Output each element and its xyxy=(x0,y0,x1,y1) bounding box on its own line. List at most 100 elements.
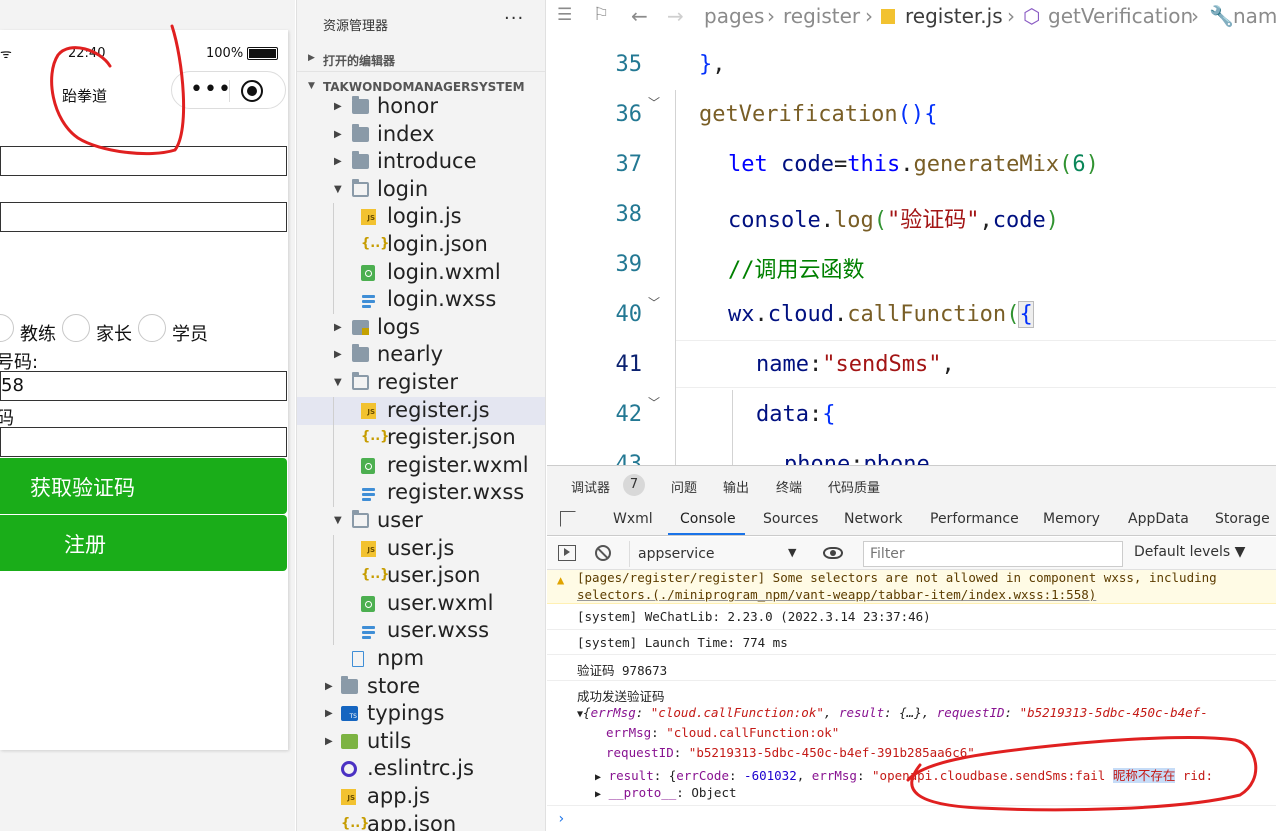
tree-item-register-wxss[interactable]: register.wxss xyxy=(297,479,545,507)
tab-sources[interactable]: Sources xyxy=(763,511,818,527)
tree-item-user-wxml[interactable]: user.wxml xyxy=(297,590,545,618)
tree-item-register[interactable]: ▼ register xyxy=(297,369,545,397)
result-property[interactable]: ▶ result: {errCode: -601032, errMsg: "op… xyxy=(595,765,1213,784)
list-icon[interactable]: ☰ xyxy=(557,5,572,25)
tab-console[interactable]: Console xyxy=(680,511,736,527)
wxml-file-icon xyxy=(361,264,375,281)
js-file-icon: JS xyxy=(361,540,376,557)
tree-item-label: logs xyxy=(377,314,420,339)
tab-problems[interactable]: 问题 xyxy=(671,477,697,496)
breadcrumb-method[interactable]: getVerification xyxy=(1048,4,1193,28)
tree-item-introduce[interactable]: ▶ introduce xyxy=(297,148,545,176)
proto-property[interactable]: ▶ __proto__: Object xyxy=(595,785,737,800)
code-editor[interactable]: ☰ ⚐ ← → pages › register › register.js ›… xyxy=(547,0,1276,465)
tree-item-index[interactable]: ▶ index xyxy=(297,121,545,149)
tree-item-label: user.json xyxy=(387,563,481,588)
username-input[interactable] xyxy=(0,146,287,176)
warning-line-2[interactable]: selectors.(./miniprogram_npm/vant-weapp/… xyxy=(577,587,1096,602)
fold-icon[interactable]: ﹀ xyxy=(648,394,660,411)
close-target-icon[interactable] xyxy=(241,80,263,102)
radio-student[interactable] xyxy=(138,314,166,342)
clear-console-icon[interactable] xyxy=(595,545,611,561)
console-row: 成功发送验证码 ▼{errMsg: "cloud.callFunction:ok… xyxy=(547,681,1276,806)
breadcrumb-prop[interactable]: nam xyxy=(1233,4,1276,28)
tree-item-label: login.json xyxy=(387,232,488,256)
tree-item-typings[interactable]: ▶ TS typings xyxy=(297,700,545,728)
tab-code-quality[interactable]: 代码质量 xyxy=(828,477,880,496)
breadcrumb-register[interactable]: register xyxy=(783,4,860,28)
tree-item-user-js[interactable]: JS user.js xyxy=(297,535,545,563)
tree-item-user[interactable]: ▼ user xyxy=(297,507,545,535)
radio-coach[interactable] xyxy=(0,314,14,342)
tab-output[interactable]: 输出 xyxy=(723,477,749,496)
line-number: 43 xyxy=(615,452,643,465)
tree-item-register-wxml[interactable]: register.wxml xyxy=(297,452,545,480)
tree-item-register-js[interactable]: JS register.js xyxy=(297,396,545,425)
sidebar-toggle-icon[interactable] xyxy=(558,545,576,561)
tree-item-honor[interactable]: ▶ honor xyxy=(297,93,545,121)
breadcrumb-pages[interactable]: pages xyxy=(704,4,764,28)
fold-icon[interactable]: ﹀ xyxy=(648,94,660,111)
phone-screen: ᯤ 22:40 100% 跆拳道 ••• 教练 家长 学员 号码: 58 码 获… xyxy=(0,30,288,750)
tab-terminal[interactable]: 终端 xyxy=(776,477,802,496)
inspect-icon[interactable] xyxy=(560,511,576,527)
tab-network[interactable]: Network xyxy=(844,511,902,527)
tree-item-login-json[interactable]: {..} login.json xyxy=(297,231,545,259)
err-msg-property: errMsg: "cloud.callFunction:ok" xyxy=(606,725,840,740)
bookmark-icon[interactable]: ⚐ xyxy=(593,4,609,25)
phone-input[interactable]: 58 xyxy=(0,371,287,401)
wxss-file-icon xyxy=(361,623,377,640)
more-icon[interactable]: ··· xyxy=(504,8,524,29)
expand-icon[interactable]: ▶ xyxy=(595,772,601,783)
expand-icon[interactable]: ▼ xyxy=(577,709,583,720)
tab-wxml[interactable]: Wxml xyxy=(613,511,653,527)
tree-item-nearly[interactable]: ▶ nearly xyxy=(297,341,545,369)
console-prompt-icon[interactable]: › xyxy=(557,811,565,827)
tree-item-user-json[interactable]: {..} user.json xyxy=(297,562,545,590)
warning-icon: ▲ xyxy=(557,573,565,587)
tab-memory[interactable]: Memory xyxy=(1043,511,1100,527)
line-number: 41 xyxy=(615,352,643,377)
radio-parent[interactable] xyxy=(62,314,90,342)
register-button[interactable]: 注册 xyxy=(0,515,287,571)
indent-guide xyxy=(732,390,733,465)
fold-icon[interactable]: ﹀ xyxy=(648,294,660,311)
tab-storage[interactable]: Storage xyxy=(1215,511,1270,527)
nav-title: 跆拳道 xyxy=(62,87,108,105)
tree-item-store[interactable]: ▶ store xyxy=(297,673,545,701)
tab-debugger[interactable]: 调试器 xyxy=(571,477,610,496)
open-editors-section[interactable]: ▶ 打开的编辑器 xyxy=(297,46,545,72)
filter-input[interactable] xyxy=(863,541,1123,567)
back-icon[interactable]: ← xyxy=(631,4,648,28)
breadcrumb-file[interactable]: register.js xyxy=(905,4,1003,28)
tree-item-user-wxss[interactable]: user.wxss xyxy=(297,617,545,645)
eye-icon[interactable] xyxy=(823,547,843,559)
tab-performance[interactable]: Performance xyxy=(930,511,1019,527)
tree-item-label: register xyxy=(377,370,458,394)
result-object-summary[interactable]: ▼{errMsg: "cloud.callFunction:ok", resul… xyxy=(577,705,1208,720)
code-input[interactable] xyxy=(0,427,287,457)
more-dots-icon[interactable]: ••• xyxy=(190,77,232,102)
tree-item-npm[interactable]: npm xyxy=(297,645,545,673)
tree-item-eslintrc-js[interactable]: .eslintrc.js xyxy=(297,755,545,783)
password-input[interactable] xyxy=(0,202,287,232)
tree-item-login[interactable]: ▼ login xyxy=(297,176,545,204)
tree-item-login-js[interactable]: JS login.js xyxy=(297,203,545,231)
tree-item-app-json[interactable]: {..} app.json xyxy=(297,811,545,831)
context-select[interactable]: appservice ▼ xyxy=(629,541,804,567)
tree-item-logs[interactable]: ▶ logs xyxy=(297,314,545,342)
tab-appdata[interactable]: AppData xyxy=(1128,511,1189,527)
get-code-button[interactable]: 获取验证码 xyxy=(0,458,287,514)
tree-item-app-js[interactable]: JS app.js xyxy=(297,783,545,811)
tree-item-login-wxml[interactable]: login.wxml xyxy=(297,259,545,287)
expand-icon[interactable]: ▶ xyxy=(595,789,601,800)
tree-indent-guide xyxy=(333,534,334,645)
js-file-icon: JS xyxy=(341,789,356,805)
tree-item-login-wxss[interactable]: login.wxss xyxy=(297,286,545,314)
indent-guide xyxy=(675,90,676,465)
log-text: 验证码 978673 xyxy=(577,663,668,678)
tree-item-register-json[interactable]: {..} register.json xyxy=(297,424,545,452)
tree-item-utils[interactable]: ▶ utils xyxy=(297,728,545,756)
capsule-menu[interactable]: ••• xyxy=(171,71,286,109)
log-levels-select[interactable]: Default levels ▼ xyxy=(1134,544,1245,560)
